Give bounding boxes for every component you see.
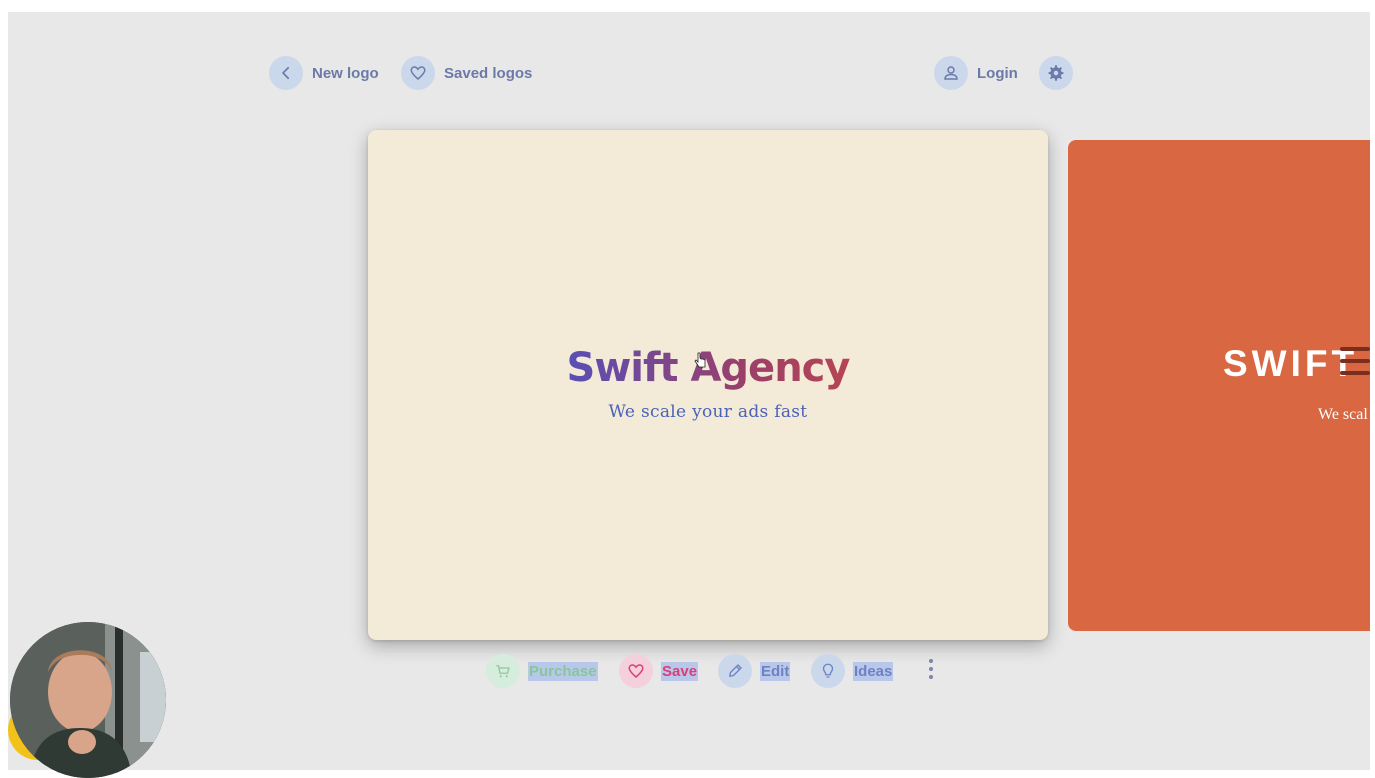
side-logo-title: SWIFT (1223, 343, 1359, 384)
heart-icon (401, 56, 435, 90)
user-icon (934, 56, 968, 90)
back-chevron-icon (269, 56, 303, 90)
save-label: Save (661, 661, 699, 681)
new-logo-label: New logo (312, 64, 379, 82)
more-options-icon[interactable] (926, 659, 936, 683)
gear-icon (1039, 56, 1073, 90)
app-canvas: New logo Saved logos Login Swift Agency … (8, 12, 1370, 770)
side-logo-mark (1340, 347, 1370, 387)
logo-title: Swift Agency (368, 345, 1048, 391)
cart-icon (486, 654, 520, 688)
purchase-button[interactable]: Purchase (486, 654, 598, 688)
webcam-avatar (10, 622, 166, 778)
login-button[interactable]: Login (934, 56, 1018, 90)
edit-label: Edit (760, 661, 791, 681)
logo-tagline: We scale your ads fast (608, 402, 808, 422)
new-logo-button[interactable]: New logo (269, 56, 379, 90)
hand-cursor-icon (694, 352, 706, 368)
purchase-label: Purchase (528, 661, 598, 681)
ideas-label: Ideas (853, 661, 894, 681)
ideas-button[interactable]: Ideas (811, 654, 894, 688)
next-logo-card[interactable]: SWIFT We scal (1068, 140, 1370, 631)
edit-button[interactable]: Edit (718, 654, 791, 688)
heart-icon (619, 654, 653, 688)
side-logo-tagline: We scal (1318, 406, 1368, 423)
settings-button[interactable] (1039, 56, 1073, 90)
pencil-icon (718, 654, 752, 688)
login-label: Login (977, 64, 1018, 82)
saved-logos-button[interactable]: Saved logos (401, 56, 532, 90)
saved-logos-label: Saved logos (444, 64, 533, 82)
save-button[interactable]: Save (619, 654, 699, 688)
lightbulb-icon (811, 654, 845, 688)
logo-preview-card[interactable]: Swift Agency We scale your ads fast (368, 130, 1048, 640)
